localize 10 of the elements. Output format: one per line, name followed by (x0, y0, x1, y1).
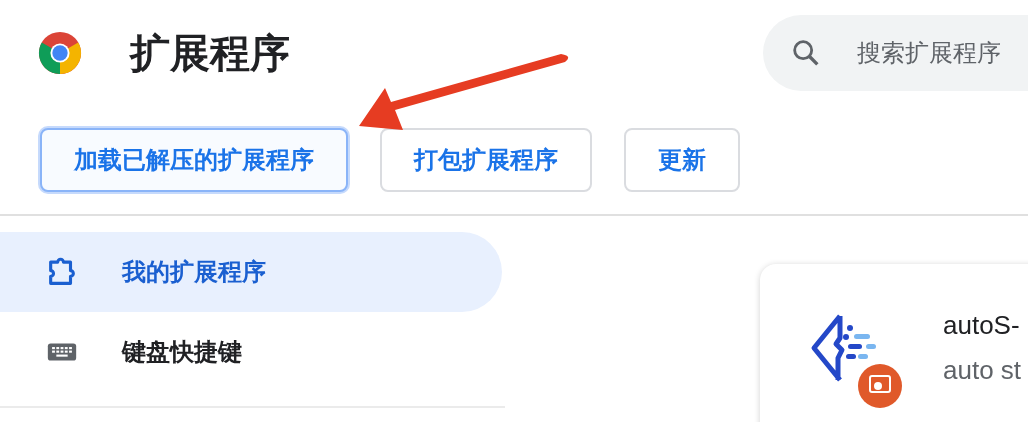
browser-logo-icon (37, 30, 83, 76)
load-unpacked-button[interactable]: 加载已解压的扩展程序 (40, 128, 348, 192)
extension-name: autoS- (943, 310, 1021, 341)
extension-description: auto st (943, 355, 1022, 386)
sidebar-item[interactable]: 我的扩展程序 (0, 232, 502, 312)
search-field[interactable]: 搜索扩展程序 (763, 15, 1028, 91)
pack-extension-button[interactable]: 打包扩展程序 (380, 128, 592, 192)
page-title: 扩展程序 (130, 29, 290, 77)
update-button[interactable]: 更新 (624, 128, 740, 192)
sidebar-item[interactable]: 键盘快捷键 (0, 312, 502, 392)
